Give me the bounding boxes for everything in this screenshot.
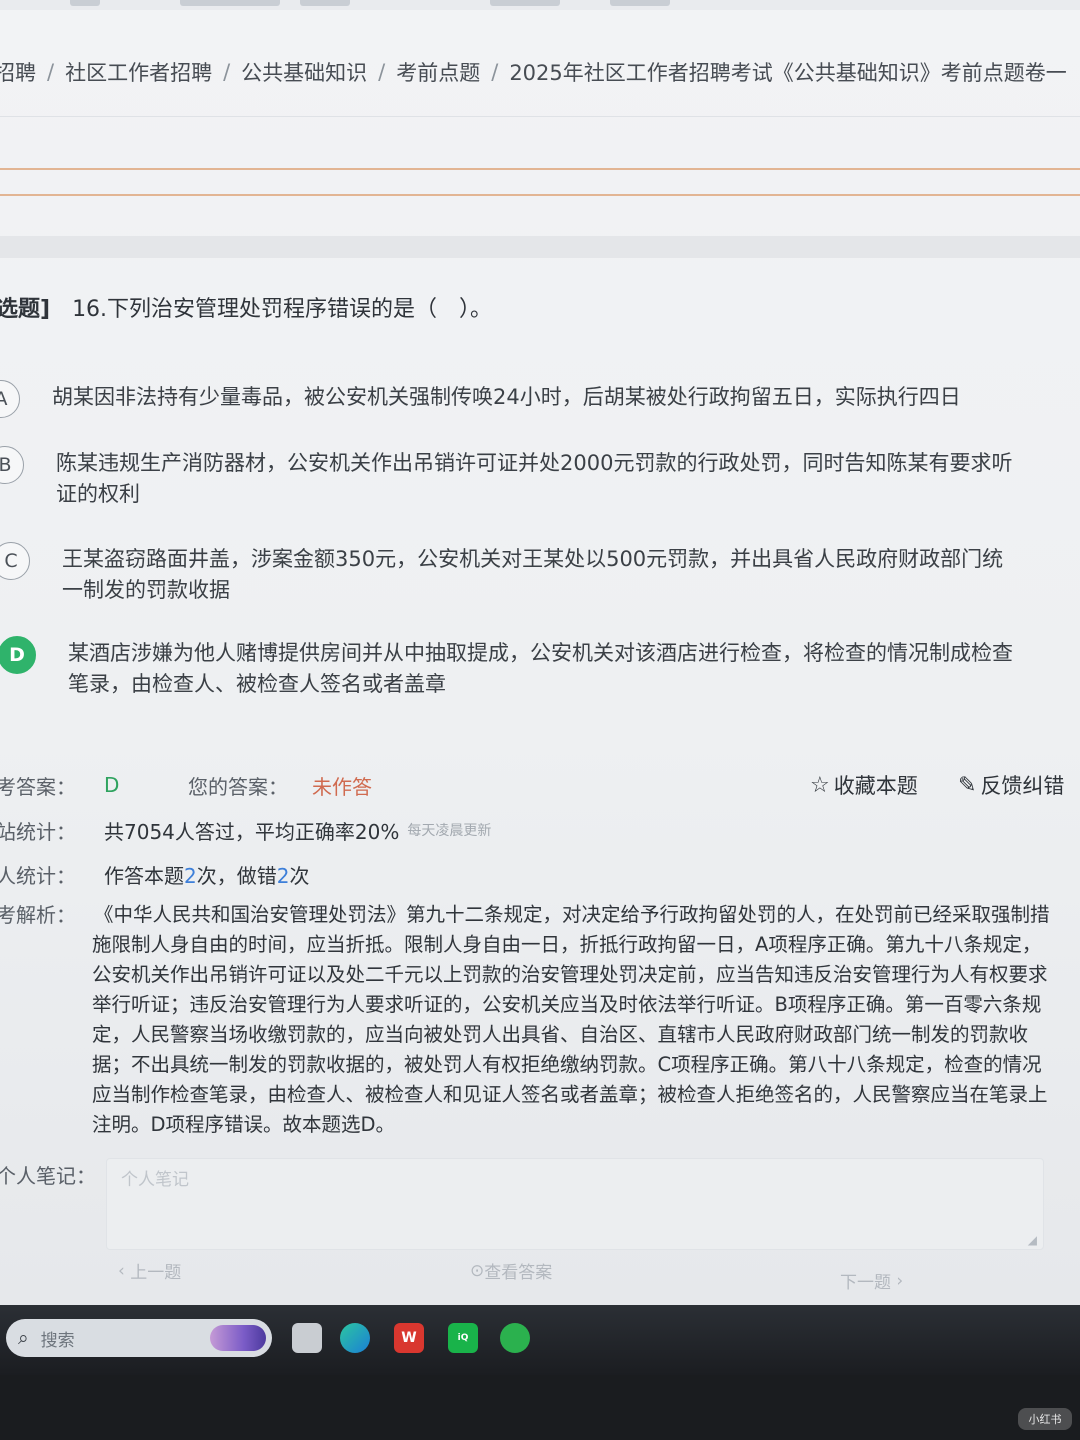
option-text: 王某盗窃路面井盖，涉案金额350元，公安机关对王某处以500元罚款，并出具省人民… — [62, 547, 1004, 602]
section-band — [0, 236, 1080, 258]
search-highlight-icon — [210, 1325, 266, 1351]
toolbar-icon[interactable] — [610, 0, 670, 6]
option-c[interactable]: C 王某盗窃路面井盖，涉案金额350元，公安机关对王某处以500元罚款，并出具省… — [0, 542, 1072, 606]
breadcrumb-item[interactable]: 考前点题 — [396, 57, 480, 87]
wechat-icon[interactable] — [500, 1323, 530, 1353]
monitor-bezel: 小红书 — [0, 1375, 1080, 1440]
option-letter[interactable]: C — [0, 542, 30, 580]
option-letter-correct[interactable]: D — [0, 636, 36, 674]
notes-textarea[interactable]: 个人笔记 ◢ — [106, 1158, 1044, 1250]
eye-circle-icon: ⊙ — [470, 1260, 485, 1281]
breadcrumb-item[interactable]: 公共基础知识 — [241, 57, 367, 87]
top-toolbar-strip — [0, 0, 1080, 10]
site-stats-text: 共7054人答过，平均正确率20% — [104, 819, 400, 844]
personal-stats-text: 作答本题2次，做错2次 — [104, 860, 309, 889]
breadcrumb-current: 2025年社区工作者招聘考试《公共基础知识》考前点题卷一 — [509, 61, 1067, 85]
question-text: 16.下列治安管理处罚程序错误的是（ ）。 — [72, 297, 493, 322]
divider — [0, 194, 1080, 196]
question-navigation: ‹ 上一题 ⊙ 查看答案 下一题 › — [0, 1254, 1080, 1294]
view-answer-button[interactable]: ⊙ 查看答案 — [470, 1258, 553, 1284]
browser-page: 招聘 / 社区工作者招聘 / 公共基础知识 / 考前点题 / 2025年社区工作… — [0, 0, 1080, 1305]
watermark-logo: 小红书 — [1018, 1408, 1072, 1430]
divider — [0, 168, 1080, 170]
iqiyi-icon[interactable]: iQ — [448, 1323, 478, 1353]
edit-pencil-icon: ✎ — [958, 772, 977, 798]
your-answer-value: 未作答 — [312, 774, 372, 799]
site-stats-note: 每天凌晨更新 — [407, 823, 492, 839]
search-placeholder: 搜索 — [40, 1330, 75, 1351]
toolbar-icon[interactable] — [70, 0, 100, 6]
personal-stats-suffix: 次 — [289, 863, 310, 888]
question-title: 选题] 16.下列治安管理处罚程序错误的是（ ）。 — [0, 290, 492, 324]
favorite-label: 收藏本题 — [833, 774, 918, 798]
option-d[interactable]: D 某酒店涉嫌为他人赌博提供房间并从中抽取提成，公安机关对该酒店进行检查，将检查… — [0, 636, 1078, 700]
option-text: 胡某因非法持有少量毒品，被公安机关强制传唤24小时，后胡某被处行政拘留五日，实际… — [52, 385, 961, 409]
attempt-count: 2 — [184, 863, 197, 888]
breadcrumb-item[interactable]: 社区工作者招聘 — [65, 57, 212, 87]
chevron-right-icon: › — [891, 1270, 904, 1291]
edge-browser-icon[interactable] — [340, 1323, 370, 1353]
feedback-button[interactable]: ✎ 反馈纠错 — [958, 768, 1064, 802]
reference-answer-value: D — [104, 773, 120, 797]
next-label: 下一题 — [840, 1273, 891, 1293]
question-type-tag: 选题] — [0, 297, 51, 322]
toolbar-icon[interactable] — [490, 0, 560, 6]
wps-icon[interactable]: W — [394, 1323, 424, 1353]
prev-label: 上一题 — [130, 1263, 182, 1283]
site-stats-label: 站统计： — [0, 819, 76, 844]
favorite-button[interactable]: ☆ 收藏本题 — [810, 768, 918, 802]
your-answer-label: 您的答案： — [188, 774, 288, 799]
option-text: 陈某违规生产消防器材，公安机关作出吊销许可证并处2000元罚款的行政处罚，同时告… — [56, 451, 1013, 506]
breadcrumb-separator: / — [223, 60, 231, 84]
next-question-button[interactable]: 下一题 › — [840, 1268, 904, 1294]
star-icon: ☆ — [810, 772, 830, 798]
analysis-text: 《中华人民共和国治安管理处罚法》第九十二条规定，对决定给予行政拘留处罚的人，在处… — [92, 903, 1050, 1136]
personal-stats-row: 人统计： 作答本题2次，做错2次 — [0, 858, 896, 890]
reference-answer-label: 考答案： — [0, 774, 76, 799]
breadcrumb-separator: / — [378, 60, 386, 84]
view-answer-label: 查看答案 — [484, 1263, 553, 1283]
option-a[interactable]: A 胡某因非法持有少量毒品，被公安机关强制传唤24小时，后胡某被处行政拘留五日，… — [0, 380, 1062, 418]
notes-label: 个人笔记： — [0, 1164, 96, 1188]
taskbar: ⌕ 搜索 W iQ — [0, 1305, 1080, 1375]
answer-row: 考答案： D 您的答案： 未作答 ☆ 收藏本题 ✎ 反馈纠错 — [0, 768, 1080, 802]
option-text: 某酒店涉嫌为他人赌博提供房间并从中抽取提成，公安机关对该酒店进行检查，将检查的情… — [68, 641, 1013, 696]
taskbar-search[interactable]: ⌕ 搜索 — [6, 1319, 272, 1357]
personal-stats-label: 人统计： — [0, 863, 76, 888]
search-icon: ⌕ — [18, 1327, 29, 1349]
chevron-left-icon: ‹ — [118, 1260, 131, 1281]
feedback-label: 反馈纠错 — [980, 774, 1065, 798]
analysis-label: 考解析： — [0, 903, 76, 927]
breadcrumb-separator: / — [47, 60, 55, 84]
notes-placeholder: 个人笔记 — [121, 1170, 189, 1190]
toolbar-icon[interactable] — [300, 0, 350, 6]
site-stats-row: 站统计： 共7054人答过，平均正确率20% 每天凌晨更新 — [0, 814, 896, 846]
breadcrumb-separator: / — [491, 60, 499, 84]
resize-grip-icon[interactable]: ◢ — [1028, 1233, 1037, 1247]
file-explorer-icon[interactable] — [292, 1323, 322, 1353]
personal-stats-prefix: 作答本题 — [104, 863, 184, 888]
wrong-count: 2 — [276, 863, 290, 888]
breadcrumb-item[interactable]: 招聘 — [0, 57, 36, 87]
toolbar-icon[interactable] — [180, 0, 280, 6]
personal-stats-mid: 次，做错 — [196, 863, 277, 888]
divider — [0, 116, 1080, 117]
breadcrumb: 招聘 / 社区工作者招聘 / 公共基础知识 / 考前点题 / 2025年社区工作… — [0, 56, 1080, 88]
option-letter[interactable]: A — [0, 380, 20, 418]
option-letter[interactable]: B — [0, 446, 24, 484]
analysis-section: 考解析： 《中华人民共和国治安管理处罚法》第九十二条规定，对决定给予行政拘留处罚… — [0, 900, 1066, 1140]
option-b[interactable]: B 陈某违规生产消防器材，公安机关作出吊销许可证并处2000元罚款的行政处罚，同… — [0, 446, 1066, 510]
prev-question-button[interactable]: ‹ 上一题 — [118, 1258, 182, 1284]
